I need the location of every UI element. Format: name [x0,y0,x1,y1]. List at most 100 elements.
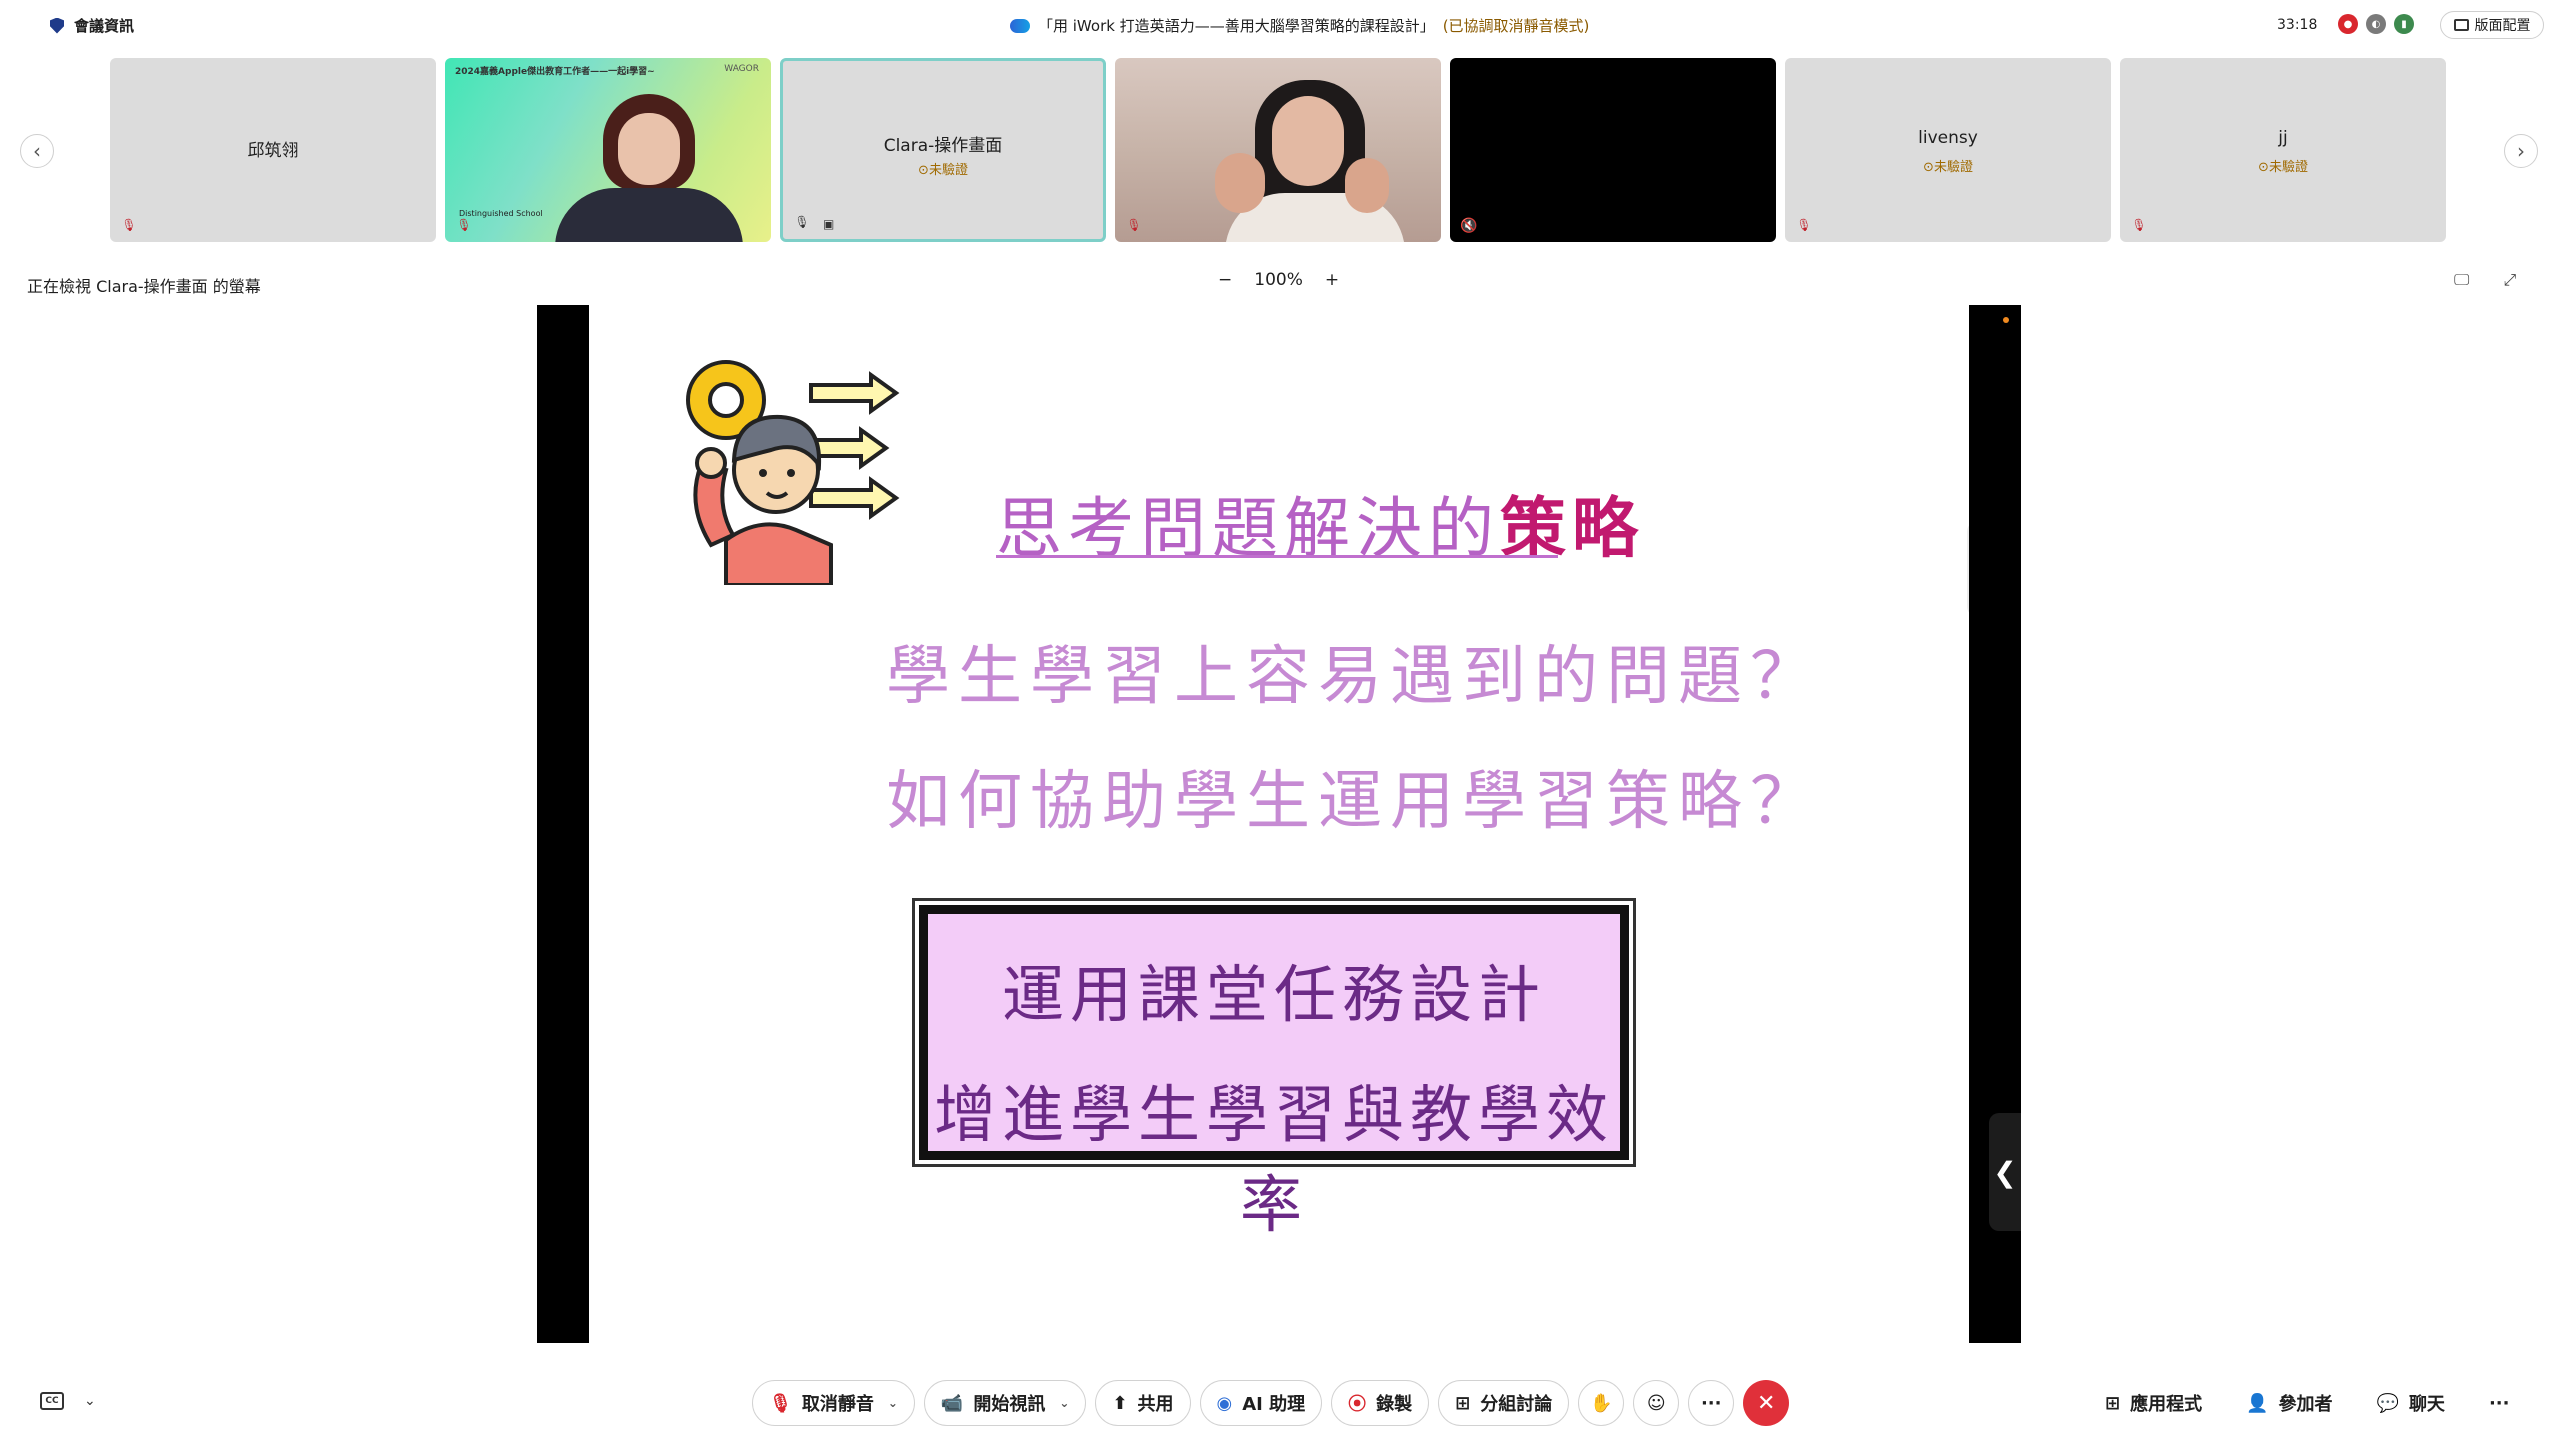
participant-strip: ‹ 邱筑翎 🎙 2024嘉義Apple傑出教育工作者——一起i學習~ WAGOR… [0,58,2560,244]
meeting-info-button[interactable]: 會議資訊 [50,15,134,36]
network-health-icon[interactable]: ▮ [2394,14,2414,34]
zoom-in-button[interactable]: + [1325,270,1339,290]
share-label: 共用 [1137,1394,1174,1415]
layout-grid-icon [2453,19,2469,31]
strip-prev-button[interactable]: ‹ [20,134,54,168]
slide-box-line-1: 運用課堂任務設計 [1001,958,1546,1031]
record-label: 錄製 [1376,1394,1413,1415]
participant-tile[interactable]: jj ⊙未驗證 🎙 [2120,58,2446,242]
slide-title-underline [996,555,1558,558]
title-bar: 會議資訊 「用 iWork 打造英語力——善用大腦學習策略的課程設計」 (已協調… [0,0,2560,50]
collapse-panel-tab[interactable]: ❮ [1989,1113,2021,1231]
speaker-muted-icon: 🔇 [1460,218,1478,234]
close-icon: ✕ [1757,1390,1776,1416]
zoom-level: 100% [1254,270,1303,290]
webex-logo-icon [1010,18,1030,33]
apps-icon: ⊞ [2105,1392,2121,1414]
camera-indicator-dot [2003,317,2009,323]
annotate-icon[interactable]: 🖵 [2454,270,2469,290]
breakout-label: 分組討論 [1480,1394,1553,1415]
participant-body [555,188,743,242]
mic-muted-icon: 🎙 [121,218,137,232]
ai-assistant-label: AI 助理 [1242,1394,1306,1415]
closed-caption-control[interactable]: CC ⌄ [40,1392,96,1410]
participant-hand [1345,158,1389,213]
mic-muted-icon: 🎙 [769,1392,792,1414]
participants-label: 參加者 [2278,1394,2333,1415]
breakout-grid-icon: ⊞ [1455,1392,1471,1414]
closed-caption-icon[interactable]: CC [40,1392,64,1410]
meeting-info-label: 會議資訊 [74,17,135,35]
problem-solving-illustration [686,360,900,585]
start-video-button[interactable]: 📹 開始視訊 ⌄ [923,1380,1087,1426]
unverified-badge: ⊙未驗證 [918,163,968,178]
more-icon: ··· [2488,1392,2510,1414]
chevron-down-icon[interactable]: ⌄ [84,1393,96,1409]
share-button[interactable]: ⬆ 共用 [1095,1380,1191,1426]
more-right-button[interactable]: ··· [2489,1393,2510,1414]
right-toolbar: ⊞ 應用程式 👤 參加者 💬 聊天 ··· [2105,1390,2509,1416]
zoom-out-button[interactable]: − [1218,270,1232,290]
fullscreen-icon[interactable]: ⤢ [2503,270,2516,290]
unverified-badge: ⊙未驗證 [1923,160,1973,175]
unverified-badge: ⊙未驗證 [2258,160,2308,175]
unmute-button[interactable]: 🎙 取消靜音 ⌄ [752,1380,915,1426]
end-call-button[interactable]: ✕ [1743,1380,1790,1426]
participant-name: Clara-操作畫面 [883,136,1003,156]
raise-hand-icon: ✋ [1590,1392,1613,1414]
share-screen-icon: ⬆ [1112,1392,1128,1414]
participant-face [618,113,680,185]
slide-highlight-box: 運用課堂任務設計 增進學生學習與教學效率 [912,898,1636,1241]
chat-icon: 💬 [2376,1392,2399,1414]
assistive-touch-handle[interactable] [1967,520,1969,618]
status-indicators: ● ◐ ▮ [2338,14,2414,34]
participant-tile-active[interactable]: Clara-操作畫面 ⊙未驗證 🎙 ▣ [780,58,1106,242]
share-tools: 🖵 ⤢ [2454,270,2516,290]
participant-name: livensy [1918,128,1978,148]
participant-name: 邱筑翎 [247,141,299,161]
recording-status-icon[interactable]: ● [2338,14,2358,34]
chevron-down-icon[interactable]: ⌄ [1059,1396,1069,1410]
shield-icon [50,17,64,34]
record-icon: ⦿ [1348,1394,1367,1415]
ai-assistant-button[interactable]: ◉ AI 助理 [1199,1380,1323,1426]
video-logo-text: WAGOR [724,64,759,74]
layout-button[interactable]: 版面配置 [2440,11,2544,39]
apps-button[interactable]: ⊞ 應用程式 [2105,1390,2202,1416]
raise-hand-button[interactable]: ✋ [1578,1380,1625,1426]
meeting-toolbar: 🎙 取消靜音 ⌄ 📹 開始視訊 ⌄ ⬆ 共用 ◉ AI 助理 ⦿ 錄製 ⊞ 分組… [752,1380,1790,1426]
more-icon: ··· [1700,1392,1722,1414]
security-status-icon[interactable]: ◐ [2366,14,2386,34]
layout-label: 版面配置 [2474,18,2531,34]
chat-button[interactable]: 💬 聊天 [2377,1390,2445,1416]
record-button[interactable]: ⦿ 錄製 [1331,1380,1430,1426]
participant-tile[interactable]: livensy ⊙未驗證 🎙 [1785,58,2111,242]
strip-next-button[interactable]: › [2504,134,2538,168]
video-banner-text: 2024嘉義Apple傑出教育工作者——一起i學習~ [455,67,655,77]
participants-icon: 👤 [2246,1392,2269,1414]
ai-assistant-icon: ◉ [1216,1392,1233,1414]
presentation-slide: 思考問題解決的策略 學生學習上容易遇到的問題？ 如何協助學生運用學習策略？ 運用… [589,305,1969,1343]
slide-question-2: 如何協助學生運用學習策略？ [886,765,1822,839]
mic-icon: 🎙 [794,215,810,229]
participant-tile[interactable]: 邱筑翎 🎙 [110,58,436,242]
emoji-icon: ☺ [1646,1392,1666,1414]
viewing-screen-label: 正在檢視 Clara-操作畫面 的螢幕 [27,277,261,296]
chevron-down-icon[interactable]: ⌄ [888,1396,898,1410]
participant-video-tile[interactable]: 🎙 [1115,58,1441,242]
unmute-label: 取消靜音 [801,1394,874,1415]
reactions-button[interactable]: ☺ [1633,1380,1680,1426]
meeting-title: 「用 iWork 打造英語力——善用大腦學習策略的課程設計」 [1038,17,1435,35]
participant-video-tile[interactable]: 🔇 [1450,58,1776,242]
screen-share-icon: ▣ [823,217,835,231]
participants-button[interactable]: 👤 參加者 [2246,1390,2332,1416]
start-video-label: 開始視訊 [973,1394,1046,1415]
shared-screen[interactable]: 思考問題解決的策略 學生學習上容易遇到的問題？ 如何協助學生運用學習策略？ 運用… [537,305,2021,1343]
participant-video-tile[interactable]: 2024嘉義Apple傑出教育工作者——一起i學習~ WAGOR Disting… [445,58,771,242]
video-off-icon: 📹 [940,1392,964,1414]
mic-muted-icon: 🎙 [456,218,472,232]
mic-muted-icon: 🎙 [1796,218,1812,232]
window-title: 「用 iWork 打造英語力——善用大腦學習策略的課程設計」 (已協調取消靜音模… [1010,15,1589,36]
breakout-button[interactable]: ⊞ 分組討論 [1438,1380,1570,1426]
more-options-button[interactable]: ··· [1688,1380,1735,1426]
